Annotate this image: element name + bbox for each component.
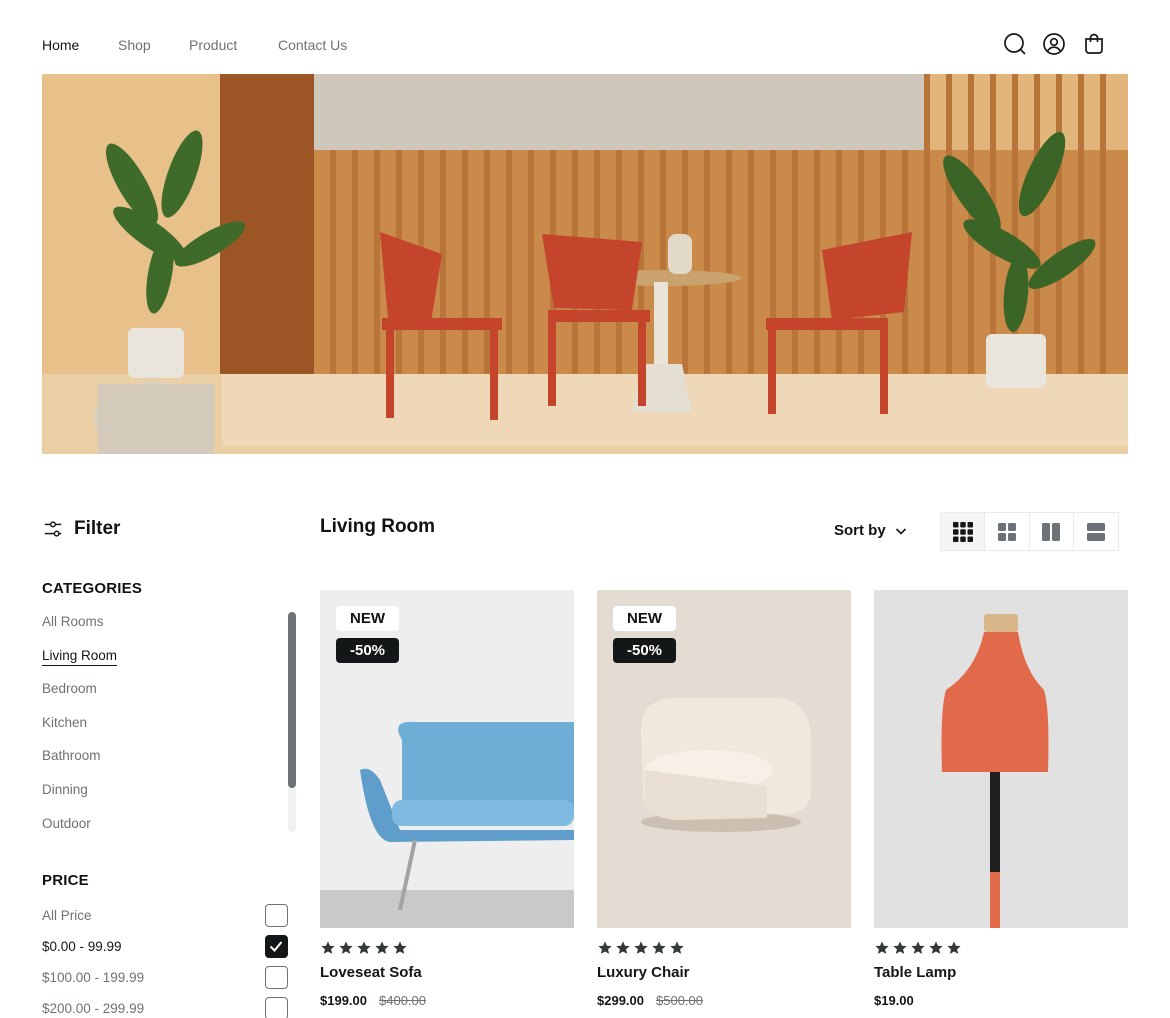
bag-icon[interactable]: [1082, 32, 1106, 56]
sort-label: Sort by: [834, 522, 886, 539]
star-icon: [634, 941, 648, 954]
scrollbar-thumb[interactable]: [288, 612, 296, 788]
chevron-down-icon: [895, 527, 906, 535]
product-name[interactable]: Table Lamp: [874, 964, 956, 981]
columns-icon: [1042, 522, 1061, 541]
category-label: Bathroom: [42, 748, 101, 764]
view-grid-2-button[interactable]: [985, 513, 1030, 550]
hero-banner: [42, 74, 1128, 454]
star-icon: [357, 941, 371, 954]
category-label: Kitchen: [42, 714, 88, 730]
view-columns-button[interactable]: [1029, 513, 1074, 550]
category-label: Bedroom: [42, 681, 97, 697]
star-icon: [393, 941, 407, 954]
star-icon: [929, 941, 943, 954]
price-option-200-299[interactable]: $200.00 - 299.99: [42, 997, 290, 1018]
price-option-0-99[interactable]: $0.00 - 99.99: [42, 935, 290, 966]
product-card[interactable]: NEW -50% Loveseat Sofa $199.00 $400.00: [320, 590, 574, 1008]
product-card[interactable]: Table Lamp $19.00: [874, 590, 1128, 1008]
price-checkbox[interactable]: [265, 904, 288, 927]
discount-badge: -50%: [613, 638, 677, 663]
category-label: Living Room: [42, 647, 118, 666]
star-icon: [598, 941, 612, 954]
view-mode-toggle: [940, 512, 1119, 551]
table-lamp-image: [874, 590, 1128, 928]
category-label: Dinning: [42, 781, 88, 797]
product-prices: $19.00: [874, 993, 914, 1008]
price-option-label: $0.00 - 99.99: [42, 939, 122, 954]
category-bathroom[interactable]: Bathroom: [42, 748, 117, 782]
price-option-label: $200.00 - 299.99: [42, 1001, 145, 1016]
rating-stars: [874, 940, 962, 956]
product-image[interactable]: NEW -50%: [597, 590, 851, 928]
top-navigation: Home Shop Product Contact Us: [0, 0, 1170, 74]
price-checkbox[interactable]: [265, 966, 288, 989]
star-icon: [652, 941, 666, 954]
product-image[interactable]: [874, 590, 1128, 928]
new-badge: NEW: [613, 606, 676, 631]
star-icon: [911, 941, 925, 954]
product-old-price: $400.00: [379, 993, 426, 1008]
grid-2-icon: [997, 522, 1016, 541]
view-grid-3-button[interactable]: [941, 513, 986, 550]
new-badge: NEW: [336, 606, 399, 631]
product-price: $199.00: [320, 993, 367, 1008]
category-dinning[interactable]: Dinning: [42, 782, 117, 816]
star-icon: [947, 941, 961, 954]
page-title: Living Room: [320, 516, 436, 537]
product-name[interactable]: Luxury Chair: [597, 964, 690, 981]
filter-header[interactable]: Filter: [42, 516, 120, 542]
discount-badge: -50%: [336, 638, 400, 663]
categories-title: CATEGORIES: [42, 580, 143, 597]
price-option-all[interactable]: All Price: [42, 904, 290, 935]
price-option-label: $100.00 - 199.99: [42, 970, 145, 985]
nav-link-contact[interactable]: Contact Us: [278, 37, 347, 53]
nav-link-product[interactable]: Product: [189, 37, 237, 53]
hero-image: [42, 74, 1128, 454]
product-name[interactable]: Loveseat Sofa: [320, 964, 422, 981]
price-title: PRICE: [42, 872, 89, 889]
nav-link-home[interactable]: Home: [42, 37, 79, 53]
grid-3-icon: [952, 521, 973, 542]
filter-title: Filter: [74, 518, 121, 539]
search-icon[interactable]: [1003, 32, 1027, 56]
rating-stars: [320, 940, 408, 956]
check-icon: [269, 941, 283, 952]
star-icon: [875, 941, 889, 954]
product-price: $299.00: [597, 993, 644, 1008]
product-image[interactable]: NEW -50%: [320, 590, 574, 928]
category-living-room[interactable]: Living Room: [42, 647, 118, 682]
price-option-label: All Price: [42, 908, 92, 923]
star-icon: [893, 941, 907, 954]
user-icon[interactable]: [1042, 32, 1066, 56]
product-old-price: $500.00: [656, 993, 703, 1008]
category-bedroom[interactable]: Bedroom: [42, 681, 117, 715]
price-checkbox[interactable]: [265, 997, 288, 1018]
category-scrollbar[interactable]: [288, 612, 296, 832]
star-icon: [321, 941, 335, 954]
category-label: Outdoor: [42, 815, 91, 831]
star-icon: [375, 941, 389, 954]
price-checkbox[interactable]: [265, 935, 288, 958]
product-prices: $299.00 $500.00: [597, 993, 703, 1008]
product-price: $19.00: [874, 993, 914, 1008]
rating-stars: [597, 940, 685, 956]
price-option-100-199[interactable]: $100.00 - 199.99: [42, 966, 290, 997]
category-list: All Rooms Living Room Bedroom Kitchen Ba…: [42, 614, 118, 850]
rows-icon: [1086, 522, 1105, 541]
category-kitchen[interactable]: Kitchen: [42, 715, 117, 749]
category-label: All Rooms: [42, 614, 104, 629]
view-rows-button[interactable]: [1073, 513, 1118, 550]
price-filter-list: All Price $0.00 - 99.99 $100.00 - 199.99…: [42, 904, 290, 1018]
star-icon: [616, 941, 630, 954]
sort-dropdown[interactable]: Sort by: [834, 522, 908, 539]
star-icon: [339, 941, 353, 954]
category-all-rooms[interactable]: All Rooms: [42, 614, 117, 648]
product-prices: $199.00 $400.00: [320, 993, 426, 1008]
category-outdoor[interactable]: Outdoor: [42, 816, 117, 850]
star-icon: [670, 941, 684, 954]
filter-icon: [44, 521, 62, 537]
nav-link-shop[interactable]: Shop: [118, 37, 151, 53]
product-card[interactable]: NEW -50% Luxury Chair $299.00 $500.00: [597, 590, 851, 1008]
